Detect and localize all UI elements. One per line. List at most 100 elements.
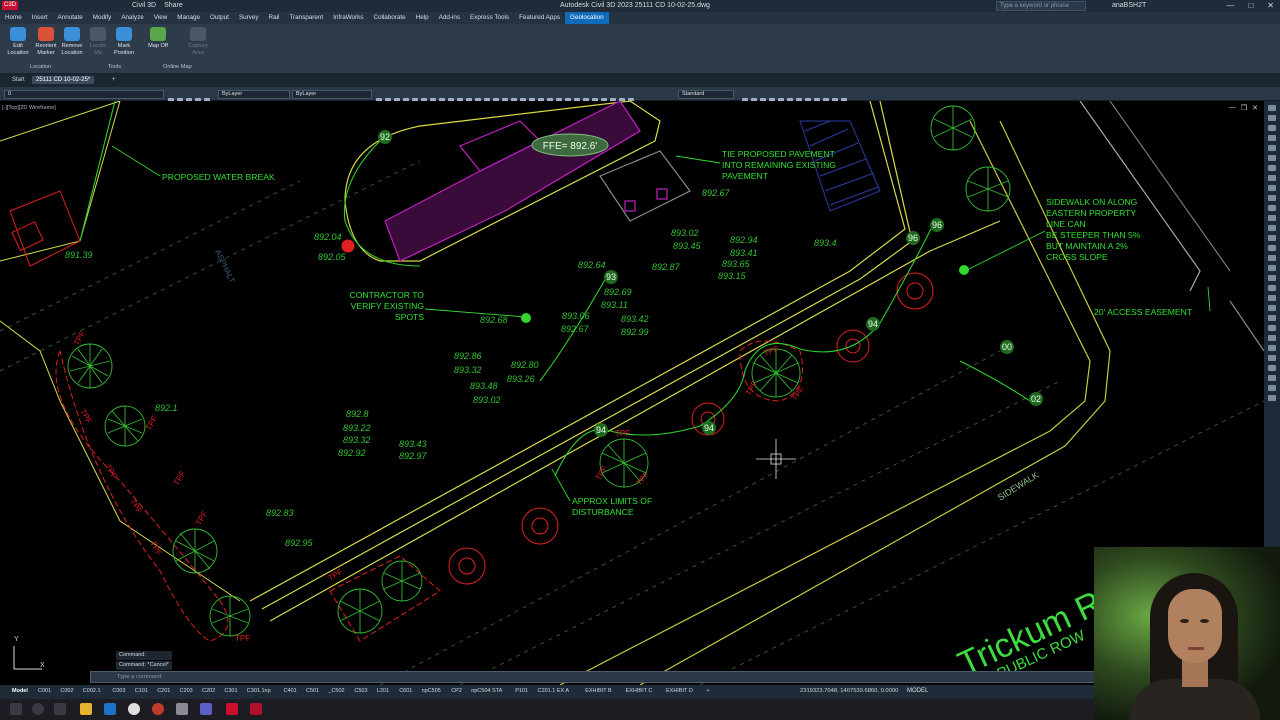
cad-drawing[interactable]: Y X FFE= 892.6' PROPOSED WATER BREAK TIE… xyxy=(0,101,1264,685)
minimize-icon[interactable]: — xyxy=(1226,1,1234,10)
palette-tool-icon[interactable] xyxy=(1268,325,1276,331)
palette-tool-icon[interactable] xyxy=(1268,285,1276,291)
app-icon-grey[interactable] xyxy=(176,703,188,715)
layout-tab[interactable]: C002 xyxy=(60,688,73,694)
file-explorer-icon[interactable] xyxy=(80,703,92,715)
close-icon[interactable]: ✕ xyxy=(1267,1,1274,10)
tab-collaborate[interactable]: Collaborate xyxy=(368,12,410,24)
tab-drawing[interactable]: 25111 CD 10-02-25* xyxy=(32,76,95,84)
layout-tab[interactable]: L201 xyxy=(377,688,389,694)
workspace-selector[interactable]: Civil 3D xyxy=(132,2,156,9)
tab-output[interactable]: Output xyxy=(205,12,234,24)
minimize-icon[interactable]: — xyxy=(1229,104,1236,112)
share-button[interactable]: Share xyxy=(164,2,183,9)
layer-dropdown[interactable]: 0 xyxy=(4,90,164,99)
tab-analyze[interactable]: Analyze xyxy=(116,12,148,24)
layout-tab[interactable]: C003 xyxy=(112,688,125,694)
maximize-icon[interactable]: □ xyxy=(1248,1,1253,10)
edit-location-button[interactable]: Edit Location xyxy=(6,27,30,57)
palette-tool-icon[interactable] xyxy=(1268,335,1276,341)
palette-tool-icon[interactable] xyxy=(1268,205,1276,211)
palette-tool-icon[interactable] xyxy=(1268,165,1276,171)
tab-survey[interactable]: Survey xyxy=(234,12,264,24)
tab-home[interactable]: Home xyxy=(0,12,27,24)
tab-start[interactable]: Start xyxy=(8,76,29,84)
palette-tool-icon[interactable] xyxy=(1268,355,1276,361)
app-icon[interactable]: C3D xyxy=(2,1,18,10)
tab-featured-apps[interactable]: Featured Apps xyxy=(514,12,565,24)
teams-icon[interactable] xyxy=(200,703,212,715)
tab-express-tools[interactable]: Express Tools xyxy=(465,12,514,24)
layout-tab[interactable]: C503 xyxy=(354,688,367,694)
new-tab-button[interactable]: + xyxy=(108,76,120,84)
tab-modify[interactable]: Modify xyxy=(88,12,117,24)
command-input[interactable]: Type a command xyxy=(90,671,1100,683)
palette-tool-icon[interactable] xyxy=(1268,305,1276,311)
layout-tab[interactable]: C203 xyxy=(180,688,193,694)
map-off-button[interactable]: Map Off xyxy=(146,27,170,50)
tab-rail[interactable]: Rail xyxy=(264,12,285,24)
layout-tab[interactable]: C401 xyxy=(284,688,297,694)
palette-tool-icon[interactable] xyxy=(1268,295,1276,301)
palette-tool-icon[interactable] xyxy=(1268,155,1276,161)
palette-tool-icon[interactable] xyxy=(1268,245,1276,251)
autocad-taskbar-icon[interactable] xyxy=(250,703,262,715)
layout-tab[interactable]: C301.1np xyxy=(247,688,271,694)
search-icon[interactable] xyxy=(32,703,44,715)
tab-insert[interactable]: Insert xyxy=(27,12,53,24)
palette-tool-icon[interactable] xyxy=(1268,115,1276,121)
app-icon-red[interactable] xyxy=(152,703,164,715)
palette-tool-icon[interactable] xyxy=(1268,395,1276,401)
layout-tab[interactable]: Model xyxy=(12,688,28,694)
palette-tool-icon[interactable] xyxy=(1268,225,1276,231)
color-dropdown[interactable]: ByLayer xyxy=(218,90,290,99)
edge-icon[interactable] xyxy=(104,703,116,715)
tab-add-ins[interactable]: Add-ins xyxy=(434,12,465,24)
layout-tab[interactable]: _C502 xyxy=(328,688,344,694)
drawing-viewport[interactable]: Y X FFE= 892.6' PROPOSED WATER BREAK TIE… xyxy=(0,101,1264,685)
layout-tab[interactable]: EXHIBIT C xyxy=(626,688,653,694)
user-account[interactable]: anaBSH2T xyxy=(1112,2,1146,9)
tab-annotate[interactable]: Annotate xyxy=(53,12,88,24)
layout-tab[interactable]: C201.1 EX A xyxy=(538,688,570,694)
viewport-controls-label[interactable]: [-][Top][2D Wireframe] xyxy=(2,105,56,111)
palette-tool-icon[interactable] xyxy=(1268,235,1276,241)
locate-me-button[interactable]: Locate Me xyxy=(86,27,110,57)
layout-tab[interactable]: C201 xyxy=(157,688,170,694)
palette-tool-icon[interactable] xyxy=(1268,135,1276,141)
help-search-input[interactable]: Type a keyword or phrase xyxy=(996,1,1086,11)
palette-tool-icon[interactable] xyxy=(1268,385,1276,391)
layout-tab[interactable]: npC505 xyxy=(422,688,441,694)
palette-tool-icon[interactable] xyxy=(1268,105,1276,111)
palette-tool-icon[interactable] xyxy=(1268,215,1276,221)
palette-tool-icon[interactable] xyxy=(1268,125,1276,131)
tab-view[interactable]: View xyxy=(149,12,173,24)
palette-tool-icon[interactable] xyxy=(1268,275,1276,281)
palette-tool-icon[interactable] xyxy=(1268,185,1276,191)
windows-start-icon[interactable] xyxy=(10,703,22,715)
layout-tab[interactable]: npC504 STA xyxy=(471,688,502,694)
chrome-icon[interactable] xyxy=(128,703,140,715)
palette-tool-icon[interactable] xyxy=(1268,365,1276,371)
tab-infraworks[interactable]: InfraWorks xyxy=(328,12,368,24)
layout-tab[interactable]: C501 xyxy=(306,688,319,694)
palette-tool-icon[interactable] xyxy=(1268,315,1276,321)
task-view-icon[interactable] xyxy=(54,703,66,715)
palette-tool-icon[interactable] xyxy=(1268,195,1276,201)
style-dropdown[interactable]: Standard xyxy=(678,90,734,99)
palette-tool-icon[interactable] xyxy=(1268,175,1276,181)
palette-tool-icon[interactable] xyxy=(1268,145,1276,151)
layout-tab[interactable]: C001 xyxy=(38,688,51,694)
mark-position-button[interactable]: Mark Position xyxy=(112,27,136,57)
palette-tool-icon[interactable] xyxy=(1268,255,1276,261)
palette-tool-icon[interactable] xyxy=(1268,375,1276,381)
tab-geolocation[interactable]: Geolocation xyxy=(565,12,609,24)
close-icon[interactable]: ✕ xyxy=(1252,104,1258,112)
layout-tab[interactable]: EXHIBIT D xyxy=(666,688,693,694)
layout-tab[interactable]: C002.1 xyxy=(83,688,101,694)
linetype-dropdown[interactable]: ByLayer xyxy=(292,90,372,99)
layout-tab[interactable]: C601 xyxy=(399,688,412,694)
remove-location-button[interactable]: Remove Location xyxy=(60,27,84,57)
layout-tab[interactable]: C301 xyxy=(224,688,237,694)
add-layout-button[interactable]: + xyxy=(706,688,709,694)
